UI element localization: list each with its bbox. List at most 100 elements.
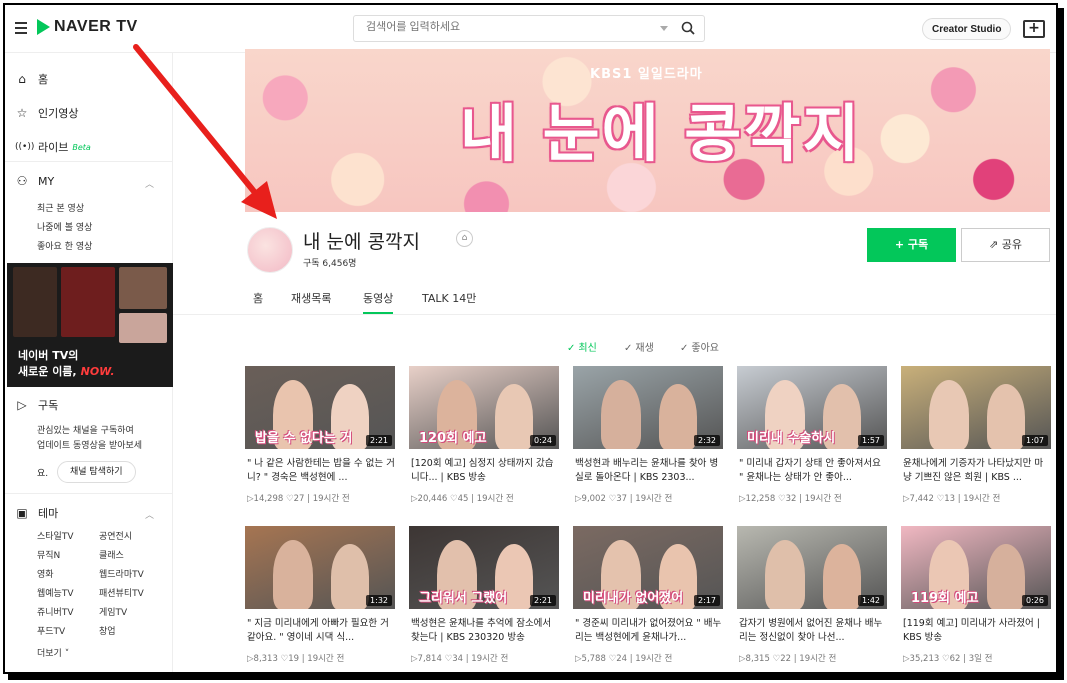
hamburger-menu-icon[interactable] (15, 22, 27, 34)
view-count: ▷7,814 (411, 654, 442, 664)
theme-item[interactable]: 푸드TV (37, 624, 65, 637)
sort-latest[interactable]: ✓ 최신 (567, 339, 597, 354)
video-card[interactable]: 밥을 수 없다는 거 2:21 " 나 같은 사람한테는 밥을 수 없는 거니?… (245, 366, 395, 506)
sidebar-item-live[interactable]: ((•)) 라이브 Beta (15, 139, 91, 155)
video-card[interactable]: 미리내가 없어졌어 2:17 " 경준씨 미리내가 없어졌어요 " 배누리는 백… (573, 526, 723, 666)
video-title[interactable]: 윤채나에게 기증자가 나타났지만 마냥 기쁘진 않은 희원 | KBS ... (903, 457, 1051, 485)
thumbnail-figure (765, 540, 805, 609)
tab-home[interactable]: 홈 (253, 290, 263, 306)
sort-label: 최신 (578, 343, 597, 354)
theme-item[interactable]: 패션뷰티TV (99, 586, 144, 599)
chevron-up-icon[interactable]: ︿ (145, 508, 154, 521)
sidebar-item-recent[interactable]: 최근 본 영상 (37, 201, 84, 214)
video-title[interactable]: [120회 예고] 심정지 상태까지 갔습니다... | KBS 방송 (411, 457, 559, 485)
meta-separator: | (629, 654, 633, 664)
video-title[interactable]: " 지금 미리내에게 아빠가 필요한 거 같아요. " 영이네 시댁 식... (247, 617, 395, 645)
search-dropdown-icon[interactable] (660, 26, 668, 31)
video-thumbnail[interactable]: 미리내 수술하시 1:57 (737, 366, 887, 449)
sidebar-item-my[interactable]: ⚇ MY (15, 174, 55, 188)
video-thumbnail[interactable]: 1:32 (245, 526, 395, 609)
video-thumbnail[interactable]: 그리워서 그랬어 2:21 (409, 526, 559, 609)
video-thumbnail[interactable]: 1:07 (901, 366, 1051, 449)
video-meta: ▷14,298 ♡27 | 19시간 전 (247, 492, 350, 504)
theme-item[interactable]: 웹예능TV (37, 586, 74, 599)
video-duration: 1:42 (858, 595, 884, 606)
sidebar-item-theme[interactable]: ▣ 테마 (15, 505, 58, 521)
video-meta: ▷35,213 ♡62 | 3일 전 (903, 652, 992, 664)
sort-likes[interactable]: ✓ 좋아요 (680, 339, 719, 354)
theme-item[interactable]: 클래스 (99, 548, 124, 561)
sidebar-item-liked[interactable]: 좋아요 한 영상 (37, 239, 92, 252)
theme-item[interactable]: 쥬니버TV (37, 605, 74, 618)
theme-item[interactable]: 게임TV (99, 605, 127, 618)
video-meta: ▷9,002 ♡37 | 19시간 전 (575, 492, 672, 504)
tab-talk[interactable]: TALK 14만 (422, 290, 476, 306)
video-thumbnail[interactable]: 밥을 수 없다는 거 2:21 (245, 366, 395, 449)
video-meta: ▷20,446 ♡45 | 19시간 전 (411, 492, 514, 504)
banner-kbs-label: KBS1 일일드라마 (590, 67, 703, 82)
video-title[interactable]: " 미리내 갑자기 상태 안 좋아져서요 " 윤채나는 상태가 안 좋아... (739, 457, 887, 485)
search-input[interactable] (366, 21, 626, 33)
theme-item[interactable]: 창업 (99, 624, 116, 637)
video-thumbnail[interactable]: 120회 예고 0:24 (409, 366, 559, 449)
video-title[interactable]: " 경준씨 미리내가 없어졌어요 " 배누리는 백성현에게 윤채나가... (575, 617, 723, 645)
theme-item[interactable]: 뮤직N (37, 548, 60, 561)
chevron-up-icon[interactable]: ︿ (145, 177, 154, 190)
explore-channels-button[interactable]: 채널 탐색하기 (57, 461, 136, 483)
creator-studio-button[interactable]: Creator Studio (922, 18, 1012, 40)
video-card[interactable]: 1:32 " 지금 미리내에게 아빠가 필요한 거 같아요. " 영이네 시댁 … (245, 526, 395, 666)
thumbnail-caption: 미리내가 없어졌어 (583, 591, 684, 606)
subscribe-button[interactable]: + 구독 (867, 228, 956, 262)
video-title[interactable]: [119회 예고] 미리내가 사라졌어 | KBS 방송 (903, 617, 1051, 645)
video-card[interactable]: 그리워서 그랬어 2:21 백성현은 윤채나를 추억에 잠소에서 찾는다 | K… (409, 526, 559, 666)
tab-playlists[interactable]: 재생목록 (291, 290, 331, 306)
theme-item[interactable]: 웹드라마TV (99, 567, 144, 580)
video-card[interactable]: 1:42 갑자기 병원에서 없어진 윤채나 배누리는 정신없이 찾아 나선...… (737, 526, 887, 666)
sidebar-item-subscribe[interactable]: ▷ 구독 (15, 397, 58, 413)
divider (5, 161, 173, 162)
promo-now-text: NOW. (80, 365, 115, 378)
sidebar-item-watch-later[interactable]: 나중에 볼 영상 (37, 220, 92, 233)
video-card[interactable]: 119회 예고 0:26 [119회 예고] 미리내가 사라졌어 | KBS 방… (901, 526, 1051, 666)
naver-tv-logo[interactable]: NAVER TV (37, 18, 138, 36)
upload-icon[interactable]: + (1023, 20, 1045, 38)
video-duration: 1:57 (858, 435, 884, 446)
sort-views[interactable]: ✓ 재생 (624, 339, 654, 354)
video-meta: ▷8,313 ♡19 | 19시간 전 (247, 652, 344, 664)
search-box (353, 15, 705, 42)
subscriber-count: 구독 6,456명 (303, 259, 357, 269)
sidebar-item-home[interactable]: ⌂ 홈 (15, 71, 48, 87)
theme-item[interactable]: 스타일TV (37, 529, 74, 542)
video-card[interactable]: 2:32 백성현과 배누리는 윤채나를 찾아 병실로 돌아온다 | KBS 23… (573, 366, 723, 506)
channel-home-icon[interactable]: ⌂ (456, 230, 473, 247)
person-icon: ⚇ (16, 174, 28, 188)
video-card[interactable]: 1:07 윤채나에게 기증자가 나타났지만 마냥 기쁘진 않은 희원 | KBS… (901, 366, 1051, 506)
video-title[interactable]: 백성현과 배누리는 윤채나를 찾아 병실로 돌아온다 | KBS 2303... (575, 457, 723, 485)
more-link[interactable]: 더보기 ˅ (37, 646, 69, 659)
video-title[interactable]: " 나 같은 사람한테는 밥을 수 없는 거니? " 경숙은 백성현에 ... (247, 457, 395, 485)
thumbnail-figure (987, 384, 1025, 449)
view-count: ▷5,788 (575, 654, 606, 664)
now-promo-banner[interactable]: 네이버 TV의 새로운 이름, NOW. (7, 263, 173, 387)
video-meta: ▷8,315 ♡22 | 19시간 전 (739, 652, 836, 664)
video-thumbnail[interactable]: 미리내가 없어졌어 2:17 (573, 526, 723, 609)
divider (5, 493, 173, 494)
theme-item[interactable]: 영화 (37, 567, 54, 580)
video-card[interactable]: 120회 예고 0:24 [120회 예고] 심정지 상태까지 갔습니다... … (409, 366, 559, 506)
share-button[interactable]: ⇗ 공유 (961, 228, 1050, 262)
video-thumbnail[interactable]: 2:32 (573, 366, 723, 449)
search-icon[interactable] (681, 21, 695, 35)
sidebar-item-popular[interactable]: ☆ 인기영상 (15, 105, 79, 121)
video-duration: 0:26 (1022, 595, 1048, 606)
video-thumbnail[interactable]: 1:42 (737, 526, 887, 609)
channel-avatar[interactable] (247, 227, 293, 273)
video-title[interactable]: 백성현은 윤채나를 추억에 잠소에서 찾는다 | KBS 230320 방송 (411, 617, 559, 645)
video-thumbnail[interactable]: 119회 예고 0:26 (901, 526, 1051, 609)
meta-separator: | (301, 654, 305, 664)
theme-item[interactable]: 공연전시 (99, 529, 132, 542)
video-duration: 1:32 (366, 595, 392, 606)
video-card[interactable]: 미리내 수술하시 1:57 " 미리내 갑자기 상태 안 좋아져서요 " 윤채나… (737, 366, 887, 506)
video-title[interactable]: 갑자기 병원에서 없어진 윤채나 배누리는 정신없이 찾아 나선... (739, 617, 887, 645)
view-count: ▷9,002 (575, 494, 606, 504)
tab-videos[interactable]: 동영상 (363, 290, 394, 314)
